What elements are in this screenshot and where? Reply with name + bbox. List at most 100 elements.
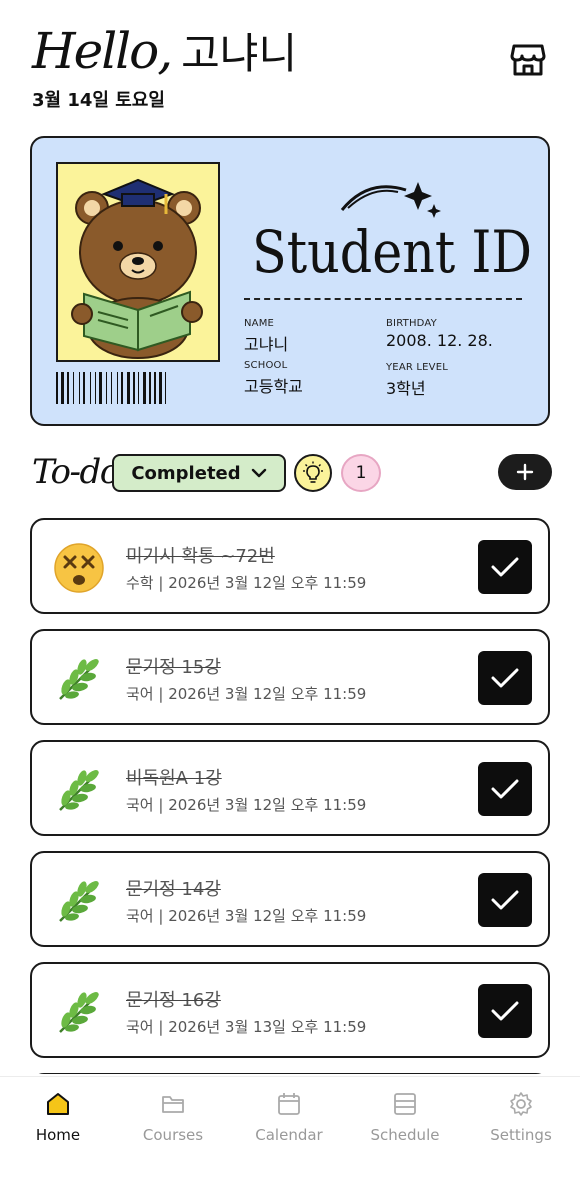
checkmark-icon	[491, 557, 519, 577]
greeting: Hello, 고냐니	[32, 20, 297, 81]
todo-item-title: 문기정 16강	[126, 990, 221, 1011]
barcode-bar	[106, 372, 107, 404]
todo-item-title: 문기정 14강	[126, 879, 221, 900]
calendar-icon	[278, 1093, 300, 1115]
todo-item-title: 비독원A 1강	[126, 768, 222, 789]
barcode	[56, 372, 166, 404]
barcode-bar	[73, 372, 74, 404]
herb-icon	[58, 877, 102, 923]
folder-icon	[162, 1096, 184, 1113]
store-icon	[510, 44, 546, 76]
todo-filter-dropdown[interactable]: Completed	[112, 454, 286, 492]
nav-calendar-label: Calendar	[255, 1126, 323, 1144]
todo-checkbox[interactable]	[478, 540, 532, 594]
todo-item[interactable]: 비독원A 1강 국어 | 2026년 3월 12일 오후 11:59	[30, 740, 550, 836]
nav-schedule-label: Schedule	[370, 1126, 440, 1144]
barcode-bar	[90, 372, 91, 404]
year-label: YEAR LEVEL	[386, 362, 449, 373]
barcode-bar	[143, 372, 146, 404]
todo-checkbox[interactable]	[478, 984, 532, 1038]
checkmark-icon	[491, 779, 519, 799]
greeting-hello: Hello,	[32, 22, 173, 80]
todo-item-title: 미기시 확통 ~72번	[126, 546, 275, 567]
nav-courses-label: Courses	[142, 1126, 204, 1144]
card-divider	[244, 298, 522, 300]
tips-button[interactable]	[294, 454, 332, 492]
gear-icon	[510, 1092, 532, 1116]
year-field: YEAR LEVEL 3학년	[386, 362, 448, 399]
nav-home-label: Home	[35, 1126, 81, 1144]
todo-item-title: 문기정 15강	[126, 657, 221, 678]
schedule-icon	[394, 1093, 416, 1115]
bottom-navigation: Home Courses Calendar Schedule Settings	[0, 1076, 580, 1200]
todo-title: To-do	[32, 452, 120, 492]
barcode-bar	[56, 372, 58, 404]
student-id-title: Student ID	[252, 182, 532, 280]
barcode-bar	[127, 372, 130, 404]
store-button[interactable]	[508, 40, 548, 80]
student-id-card: Student ID NAME 고냐니 BIRTHDAY 2008. 12. 2…	[30, 136, 550, 426]
lightbulb-icon	[303, 461, 323, 483]
todo-item[interactable]: 문기정 15강 국어 | 2026년 3월 12일 오후 11:59	[30, 629, 550, 725]
todo-item[interactable]	[30, 1073, 550, 1074]
barcode-bar	[67, 372, 69, 404]
student-id-title-text: Student ID	[252, 218, 532, 280]
todo-item[interactable]: 문기정 14강 국어 | 2026년 3월 12일 오후 11:59	[30, 851, 550, 947]
todo-checkbox[interactable]	[478, 873, 532, 927]
student-photo	[56, 162, 220, 362]
school-value: 고등학교	[244, 377, 303, 396]
todo-item-meta: 국어 | 2026년 3월 13일 오후 11:59	[126, 1018, 367, 1036]
name-label: NAME	[244, 318, 275, 329]
nav-schedule[interactable]: Schedule	[350, 1091, 460, 1151]
nav-courses[interactable]: Courses	[118, 1091, 228, 1151]
barcode-bar	[165, 372, 166, 404]
header: Hello, 고냐니 3월 14일 토요일	[32, 18, 552, 118]
barcode-bar	[159, 372, 162, 404]
checkmark-icon	[491, 1001, 519, 1021]
nav-calendar[interactable]: Calendar	[234, 1091, 344, 1151]
home-icon	[47, 1093, 69, 1115]
barcode-bar	[61, 372, 64, 404]
chevron-down-icon	[251, 468, 266, 478]
todo-item[interactable]: 미기시 확통 ~72번 수학 | 2026년 3월 12일 오후 11:59	[30, 518, 550, 614]
todo-item-meta: 국어 | 2026년 3월 12일 오후 11:59	[126, 907, 367, 925]
todo-item-meta: 국어 | 2026년 3월 12일 오후 11:59	[126, 685, 367, 703]
todo-filter-label: Completed	[131, 462, 241, 484]
todo-item-meta: 국어 | 2026년 3월 12일 오후 11:59	[126, 796, 367, 814]
bear-avatar-icon	[71, 178, 203, 359]
barcode-bar	[111, 372, 112, 404]
birthday-value: 2008. 12. 28.	[386, 331, 493, 350]
checkmark-icon	[491, 890, 519, 910]
barcode-bar	[149, 372, 151, 404]
school-label: SCHOOL	[244, 360, 288, 371]
barcode-bar	[95, 372, 96, 404]
todo-checkbox[interactable]	[478, 651, 532, 705]
nav-settings-label: Settings	[490, 1126, 552, 1144]
nav-settings[interactable]: Settings	[466, 1091, 576, 1151]
checkmark-icon	[491, 668, 519, 688]
barcode-bar	[138, 372, 139, 404]
name-field: NAME 고냐니	[244, 318, 288, 355]
school-field: SCHOOL 고등학교	[244, 360, 303, 397]
barcode-bar	[154, 372, 156, 404]
barcode-bar	[133, 372, 135, 404]
year-value: 3학년	[386, 379, 426, 398]
nav-home[interactable]: Home	[3, 1091, 113, 1151]
todo-item[interactable]: 문기정 16강 국어 | 2026년 3월 13일 오후 11:59	[30, 962, 550, 1058]
dizzy-face-icon	[54, 543, 104, 593]
plus-icon	[516, 463, 534, 481]
barcode-bar	[83, 372, 85, 404]
barcode-bar	[117, 372, 118, 404]
herb-icon	[58, 988, 102, 1034]
todo-count-badge: 1	[341, 454, 381, 492]
current-date: 3월 14일 토요일	[32, 90, 165, 111]
barcode-bar	[79, 372, 80, 404]
barcode-bar	[99, 372, 102, 404]
todo-checkbox[interactable]	[478, 762, 532, 816]
herb-icon	[58, 766, 102, 812]
name-value: 고냐니	[244, 335, 289, 354]
add-todo-button[interactable]	[498, 454, 552, 490]
birthday-field: BIRTHDAY 2008. 12. 28.	[386, 318, 493, 350]
todo-item-meta: 수학 | 2026년 3월 12일 오후 11:59	[126, 574, 367, 592]
todo-header: To-do Completed 1	[32, 450, 552, 496]
